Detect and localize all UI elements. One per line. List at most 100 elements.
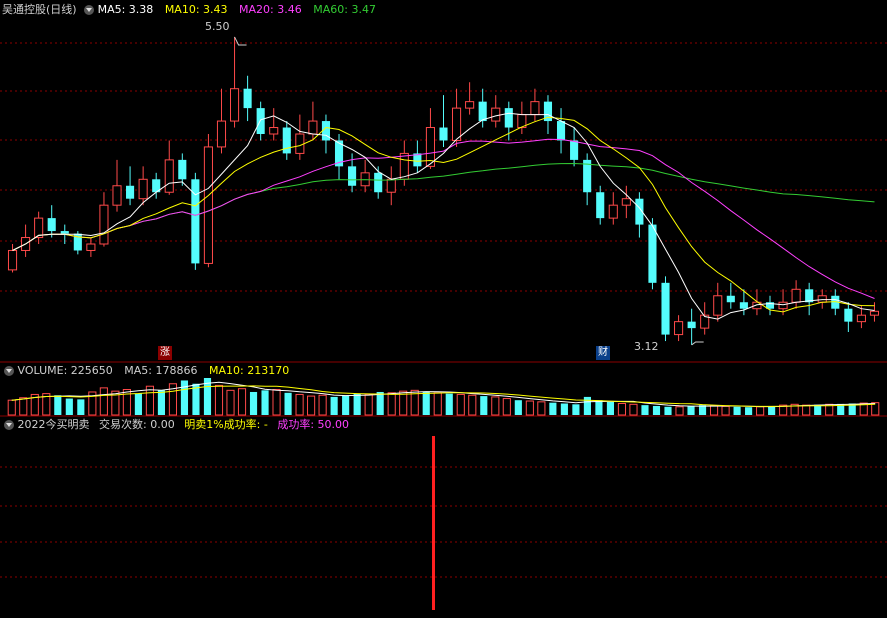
candle-body (308, 120, 318, 135)
candle-body (452, 107, 462, 141)
volume-bar (376, 391, 384, 415)
volume-bar (272, 389, 281, 416)
candle-body (99, 204, 109, 245)
chevron-down-icon[interactable] (4, 419, 14, 430)
volume-bar (364, 393, 373, 416)
volume-bar (54, 395, 62, 415)
chevron-down-icon[interactable] (84, 4, 95, 15)
volume-bar (756, 406, 765, 416)
volume-bar (721, 405, 730, 416)
chevron-down-icon[interactable] (4, 365, 14, 376)
stock-title: 吴通控股(日线) (2, 3, 77, 16)
volume-bar (387, 392, 396, 416)
volume-bar (595, 400, 603, 415)
volume-label: VOLUME: 225650 (17, 364, 113, 377)
candle-body (216, 120, 227, 148)
high-price-label: 5.50 (205, 20, 230, 33)
candle-body (465, 101, 475, 109)
volume-bar (65, 398, 73, 415)
candle-body (243, 88, 252, 109)
volume-bar (502, 398, 511, 416)
volume-bar (99, 387, 108, 416)
volume-bar (480, 396, 488, 415)
success-rate-label: 成功率: 50.00 (277, 418, 350, 431)
trades-label: 交易次数: 0.00 (99, 418, 175, 431)
ma10-label: MA10: 3.43 (164, 3, 228, 16)
volume-bar (295, 393, 304, 416)
candle-body (739, 302, 748, 309)
volume-bar (7, 399, 16, 416)
volume-bar (456, 393, 465, 416)
candle-body (295, 133, 305, 154)
volume-bar (641, 405, 649, 415)
volume-header: VOLUME: 225650 MA5: 178866 MA10: 213170 (0, 363, 289, 379)
low-marker-arrow (691, 341, 704, 346)
candle-body (817, 295, 827, 303)
volume-bar (525, 400, 534, 416)
volume-bar (491, 396, 500, 416)
volume-ma5-label: MA5: 178866 (124, 364, 198, 377)
candle-body (844, 308, 853, 322)
candle-body (178, 159, 187, 180)
candle-body (570, 140, 579, 160)
volume-bar (157, 390, 165, 415)
candle-body (491, 107, 501, 122)
ma20-label: MA20: 3.46 (239, 3, 302, 16)
volume-bar (261, 390, 269, 415)
zhang-badge[interactable]: 涨 (158, 346, 172, 360)
signal-bar (432, 436, 435, 610)
volume-bar (606, 401, 615, 415)
chart-canvas (0, 36, 887, 610)
ma60-label: MA60: 3.47 (313, 3, 376, 16)
volume-bar (226, 389, 235, 416)
volume-bar (284, 392, 292, 415)
candle-body (791, 288, 801, 303)
volume-bar (19, 397, 28, 416)
volume-bar (134, 393, 142, 415)
candle-body (556, 121, 566, 141)
candle-body (86, 243, 96, 251)
candle-body (164, 159, 174, 193)
high-marker-arrow (234, 36, 247, 46)
volume-bar (445, 393, 453, 415)
volume-bar (768, 405, 776, 415)
volume-bar (617, 402, 627, 416)
volume-bar (664, 406, 672, 415)
volume-bar (307, 395, 316, 416)
candle-body (34, 217, 44, 239)
ma60-line (12, 162, 875, 251)
volume-bar (249, 391, 258, 415)
candle-body (778, 301, 788, 310)
volume-bar (122, 389, 131, 416)
candle-body (203, 146, 213, 264)
cai-badge[interactable]: 财 (596, 346, 610, 360)
candle-body (7, 249, 18, 271)
candle-body (530, 101, 540, 116)
candle-body (661, 282, 670, 335)
sell-rate-label: 明卖1%成功率: - (184, 418, 268, 431)
candle-body (621, 198, 631, 206)
volume-bar (514, 400, 522, 415)
volume-ma10-label: MA10: 213170 (208, 364, 290, 377)
kline-header: 吴通控股(日线) MA5: 3.38 MA10: 3.43 MA20: 3.46… (0, 2, 376, 18)
candle-body (856, 314, 866, 323)
candle-body (726, 295, 735, 303)
candle-body (608, 204, 618, 219)
candle-body (112, 185, 122, 206)
volume-bar (468, 394, 477, 416)
candle-body (374, 172, 383, 193)
volume-bar (745, 407, 753, 415)
volume-bar (237, 388, 247, 416)
volume-bar (733, 406, 741, 415)
candle-body (504, 108, 513, 128)
indicator-header: 2022今买明卖 交易次数: 0.00 明卖1%成功率: - 成功率: 50.0… (0, 417, 349, 433)
volume-bar (802, 404, 811, 416)
volume-bar (698, 405, 707, 415)
indicator-title: 2022今买明卖 (17, 418, 90, 431)
volume-bar (675, 406, 684, 416)
candle-body (138, 178, 148, 200)
candle-body (713, 295, 723, 316)
volume-bar (652, 405, 661, 415)
candle-body (674, 321, 684, 336)
candle-body (229, 88, 240, 122)
